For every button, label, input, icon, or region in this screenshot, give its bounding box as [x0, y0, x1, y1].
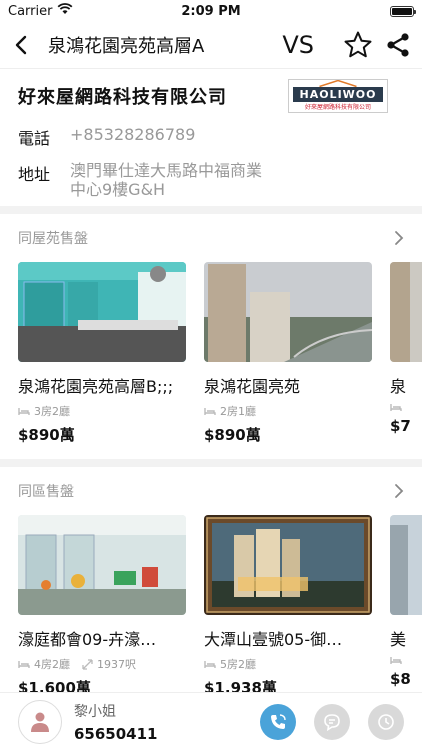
status-left: Carrier: [8, 3, 73, 19]
bed-icon: [390, 404, 402, 411]
chevron-right-icon: [395, 231, 404, 245]
listing-photo-tower: [204, 515, 372, 615]
logo-subtext: 好來屋網路科技有限公司: [304, 104, 371, 111]
phone-value[interactable]: +85328286789: [70, 125, 404, 149]
listing-card[interactable]: 泉鴻花園亮苑 2房1廳 $890萬: [204, 262, 372, 445]
listing-carousel[interactable]: 泉鴻花園亮苑高層B;;; 3房2廳 $890萬 泉鴻花園亮苑 2房1廳 $890…: [0, 262, 422, 445]
compare-vs-button[interactable]: VS: [282, 31, 314, 59]
wifi-icon: [57, 3, 73, 19]
share-button[interactable]: [382, 29, 414, 61]
agent-name: 黎小姐: [74, 703, 116, 720]
listing-meta: 5房2廳: [204, 656, 372, 672]
listing-price: $890萬: [204, 426, 261, 444]
listing-price: $7: [390, 417, 411, 435]
star-icon: [344, 31, 372, 58]
address-label: 地址: [18, 165, 51, 184]
listing-photo-view: [204, 262, 372, 362]
listing-meta: 3房2廳: [18, 403, 186, 419]
listing-card[interactable]: 泉鴻花園亮苑高層B;;; 3房2廳 $890萬: [18, 262, 186, 445]
listing-card[interactable]: 美 $8: [390, 515, 422, 698]
section-title: 同區售盤: [18, 484, 74, 500]
listing-photo-kitchen: [18, 262, 186, 362]
listing-carousel[interactable]: 濠庭都會09-卉濠… 4房2廳 1937呎 $1,600萬 大潭山壹號05-御……: [0, 515, 422, 698]
listing-photo-skyline: [390, 515, 422, 615]
listing-photo-playroom: [18, 515, 186, 615]
same-estate-header[interactable]: 同屋苑售盤: [0, 214, 422, 262]
section-divider: [0, 459, 422, 467]
bed-icon: [390, 657, 402, 664]
same-estate-section: 同屋苑售盤 泉鴻花園亮苑高層B;;; 3房2廳 $890萬 泉鴻花園亮苑 2房1…: [0, 214, 422, 445]
listing-rooms: 3房2廳: [34, 405, 70, 418]
agency-logo: HAOLIWOO 好來屋網路科技有限公司: [288, 79, 388, 113]
chevron-left-icon: [15, 35, 27, 55]
nav-bar: 泉鴻花園亮苑高層A VS: [0, 22, 422, 68]
listing-meta: [390, 656, 422, 665]
phone-icon: [271, 713, 286, 729]
listing-rooms: 4房2廳: [34, 658, 70, 671]
listing-meta: [390, 403, 422, 412]
address-value: 澳門畢仕達大馬路中福商業 中心9樓G&H: [70, 161, 404, 199]
listing-title: 泉鴻花園亮苑: [204, 377, 301, 396]
listing-card[interactable]: 濠庭都會09-卉濠… 4房2廳 1937呎 $1,600萬: [18, 515, 186, 698]
listing-rooms: 2房1廳: [220, 405, 256, 418]
phone-label: 電話: [18, 129, 51, 148]
section-divider: [0, 206, 422, 214]
area-icon: [82, 658, 93, 670]
message-button[interactable]: [314, 703, 350, 740]
listing-meta: 4房2廳 1937呎: [18, 656, 186, 672]
roof-icon: [319, 80, 357, 87]
listing-price: $890萬: [18, 426, 75, 444]
agent-contact: 黎小姐 65650411: [74, 701, 242, 743]
section-title: 同屋苑售盤: [18, 231, 88, 247]
listing-title: 泉: [390, 377, 407, 396]
listing-title: 美: [390, 630, 407, 649]
agent-avatar[interactable]: [18, 699, 62, 744]
listing-meta: 2房1廳: [204, 403, 372, 419]
battery-icon: [390, 5, 416, 17]
clock-icon: [378, 713, 394, 730]
share-icon: [387, 33, 409, 57]
listing-title: 泉鴻花園亮苑高層B;;;: [18, 377, 174, 396]
chevron-right-icon: [395, 484, 404, 498]
bed-icon: [204, 407, 216, 415]
bed-icon: [204, 660, 216, 668]
address-line-1: 澳門畢仕達大馬路中福商業: [70, 161, 263, 180]
listing-photo-building: [390, 262, 422, 362]
listing-area: 1937呎: [97, 658, 136, 671]
status-bar: Carrier 2:09 PM: [0, 0, 422, 22]
agent-phone: 65650411: [74, 724, 158, 743]
user-icon: [31, 712, 49, 732]
logo-text: HAOLIWOO: [293, 87, 383, 102]
same-district-section: 同區售盤 濠庭都會09-卉濠… 4房2廳 1937呎 $1,600萬 大潭山壹號…: [0, 467, 422, 698]
listing-price: $8: [390, 670, 411, 688]
phone-row: 電話 +85328286789: [18, 125, 404, 149]
listing-title: 大潭山壹號05-御…: [204, 630, 343, 649]
chat-icon: [324, 713, 340, 731]
listing-card[interactable]: 泉 $7: [390, 262, 422, 445]
listing-rooms: 5房2廳: [220, 658, 256, 671]
listing-title: 濠庭都會09-卉濠…: [18, 630, 157, 649]
bed-icon: [18, 660, 30, 668]
same-district-header[interactable]: 同區售盤: [0, 467, 422, 515]
page-title: 泉鴻花園亮苑高層A: [48, 36, 205, 57]
back-button[interactable]: [14, 31, 42, 59]
contact-bar: 黎小姐 65650411: [0, 692, 422, 750]
bed-icon: [18, 407, 30, 415]
agency-info: 好來屋網路科技有限公司 HAOLIWOO 好來屋網路科技有限公司 電話 +853…: [0, 68, 422, 206]
carrier-label: Carrier: [8, 3, 53, 19]
address-line-2: 中心9樓G&H: [70, 180, 166, 199]
address-row: 地址 澳門畢仕達大馬路中福商業 中心9樓G&H: [18, 161, 404, 199]
listing-card[interactable]: 大潭山壹號05-御… 5房2廳 $1,938萬: [204, 515, 372, 698]
favorite-button[interactable]: [342, 29, 374, 61]
call-button[interactable]: [260, 703, 296, 740]
schedule-button[interactable]: [368, 703, 404, 740]
